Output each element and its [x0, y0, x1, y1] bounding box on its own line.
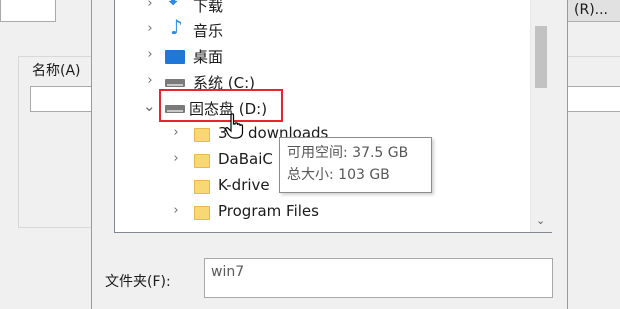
tree-item-music[interactable]: › ♪ 音乐 [115, 15, 530, 43]
chevron-right-icon[interactable]: › [144, 0, 156, 11]
tree-item-label: Program Files [218, 202, 319, 220]
chevron-right-icon[interactable]: › [170, 229, 182, 232]
chevron-down-icon[interactable]: ⌄ [143, 97, 156, 115]
parent-name-input[interactable] [30, 86, 100, 112]
folder-field-label: 文件夹(F): [105, 274, 171, 290]
tree-scrollbar[interactable]: ⌄ [530, 0, 552, 232]
chevron-right-icon[interactable]: › [144, 21, 156, 36]
music-icon: ♪ [170, 15, 183, 39]
folder-input[interactable]: win7 [204, 258, 553, 298]
drive-icon [165, 79, 185, 87]
tree-item-desktop[interactable]: › 桌面 [115, 43, 530, 69]
desktop-icon [165, 50, 185, 64]
tree-item-label: K-drive [218, 176, 270, 194]
parent-browse-button[interactable]: (R)... [565, 0, 620, 22]
folder-icon [194, 154, 210, 168]
tooltip-free-space: 可用空间: 37.5 GB [287, 145, 409, 161]
hand-cursor-icon [225, 113, 244, 139]
drive-tooltip: 可用空间: 37.5 GB 总大小: 103 GB [279, 137, 432, 193]
chevron-right-icon[interactable]: › [170, 125, 182, 140]
chevron-right-icon[interactable]: › [170, 203, 182, 218]
chevron-right-icon[interactable]: › [170, 151, 182, 166]
parent-name-label: 名称(A) [30, 60, 83, 80]
tree-item-program-files[interactable]: › Program Files [115, 199, 530, 225]
parent-divider [568, 56, 620, 57]
parent-browse-label: (R)... [574, 2, 609, 18]
tree-item-label: 下载 [193, 0, 224, 15]
folder-icon [194, 180, 210, 194]
tree-item-label: DaBaiC [218, 150, 273, 168]
folder-icon [194, 128, 210, 142]
highlight-box [159, 89, 283, 122]
scrollbar-thumb[interactable] [535, 26, 547, 88]
tooltip-total-size: 总大小: 103 GB [287, 167, 390, 183]
tree-item-label: 音乐 [193, 22, 224, 40]
chevron-right-icon[interactable]: › [144, 47, 156, 62]
parent-group-box [18, 56, 99, 228]
tree-item-label: 桌面 [193, 48, 224, 66]
parent-top-input[interactable] [0, 0, 56, 22]
download-icon: ⬇ [166, 0, 181, 10]
tree-item-partial[interactable]: › [115, 225, 530, 233]
parent-right-input[interactable] [568, 86, 620, 112]
folder-icon [194, 206, 210, 220]
scroll-down-icon[interactable]: ⌄ [536, 214, 545, 227]
chevron-right-icon[interactable]: › [144, 73, 156, 88]
folder-icon [194, 232, 210, 233]
